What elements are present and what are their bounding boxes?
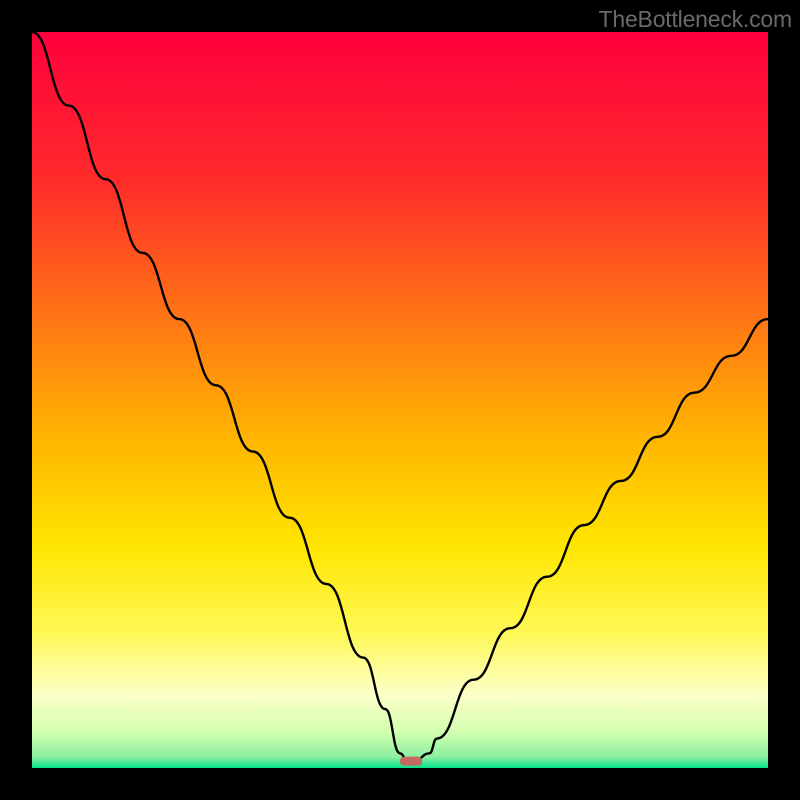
- gradient-background: [32, 32, 768, 768]
- chart-frame: TheBottleneck.com: [0, 0, 800, 800]
- watermark-text: TheBottleneck.com: [599, 6, 792, 33]
- bottleneck-chart: [32, 32, 768, 768]
- optimal-marker: [400, 757, 422, 766]
- plot-area: [32, 32, 768, 768]
